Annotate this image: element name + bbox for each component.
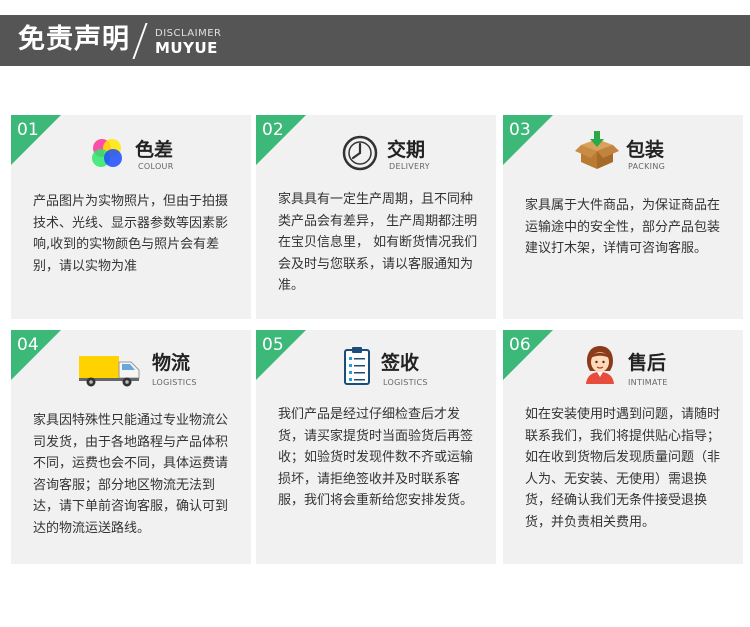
card-text: 家具因特殊性只能通过专业物流公司发货，由于各地路程与产品体积不同，运费也会不同，… [33,413,229,536]
card-text: 如在安装使用时遇到问题，请随时联系我们，我们将提供贴心指导； 如在收到货物后发现… [525,407,727,530]
card-number: 05 [262,335,284,355]
service-agent-icon [584,344,616,388]
truck-icon [79,352,143,392]
card-subtitle: DELIVERY [389,162,430,171]
page-header: 免责声明 DISCLAIMER MUYUE [0,15,750,66]
card-after-sales: 06 售后 INTIMATE 如在安装使用时遇到问题，请随时联系我们，我们将提供… [503,330,743,564]
card-subtitle: LOGISTICS [383,378,428,387]
header-subtitle-bottom: MUYUE [155,39,218,57]
card-title: 物流 [152,352,191,374]
card-number: 03 [509,120,531,140]
card-packing: 03 包装 PACKING 家具属于大件商品，为保证商品在运输途中的安全性，部分… [503,115,743,319]
card-text: 家具属于大件商品，为保证商品在运输途中的安全性，部分产品包装建议打木架，详情可咨… [525,198,721,256]
card-subtitle: PACKING [628,162,666,171]
card-subtitle: COLOUR [138,162,174,171]
checklist-icon [344,347,370,389]
card-number: 01 [17,120,39,140]
card-text: 我们产品是经过仔细检查后才发货，请买家提货时当面验货后再签收；如验货时发现件数不… [278,407,474,508]
card-subtitle: LOGISTICS [152,378,197,387]
card-title: 签收 [381,352,420,374]
card-number: 04 [17,335,39,355]
color-wheel-icon [89,137,125,173]
card-title: 交期 [387,139,426,161]
card-number: 02 [262,120,284,140]
card-sign-for: 05 签收 LOGISTICS 我们产品是经过仔细检查后才发货，请买家提货时当面… [256,330,496,564]
card-title: 色差 [135,139,174,161]
card-text: 产品图片为实物照片，但由于拍摄技术、光线、显示器参数等因素影响,收到的实物颜色与… [33,194,229,274]
card-number: 06 [509,335,531,355]
card-delivery: 02 交期 DELIVERY 家具具有一定生产周期，且不同种类产品会有差异， 生… [256,115,496,319]
card-subtitle: INTIMATE [628,378,668,387]
clock-icon [342,135,378,175]
card-text: 家具具有一定生产周期，且不同种类产品会有差异， 生产周期都注明在宝贝信息里， 如… [278,192,478,293]
card-colour: 01 色差 COLOUR 产品图片为实物照片，但由于拍摄技术、光线、显示器参数等… [11,115,251,319]
card-title: 包装 [626,139,665,161]
header-divider [132,23,148,59]
page-title: 免责声明 [18,24,130,55]
card-title: 售后 [628,352,667,374]
card-logistics: 04 物流 LOGISTICS 家具因特殊性只能通过专业物流公司发货，由于各地路… [11,330,251,564]
box-icon [575,131,619,175]
